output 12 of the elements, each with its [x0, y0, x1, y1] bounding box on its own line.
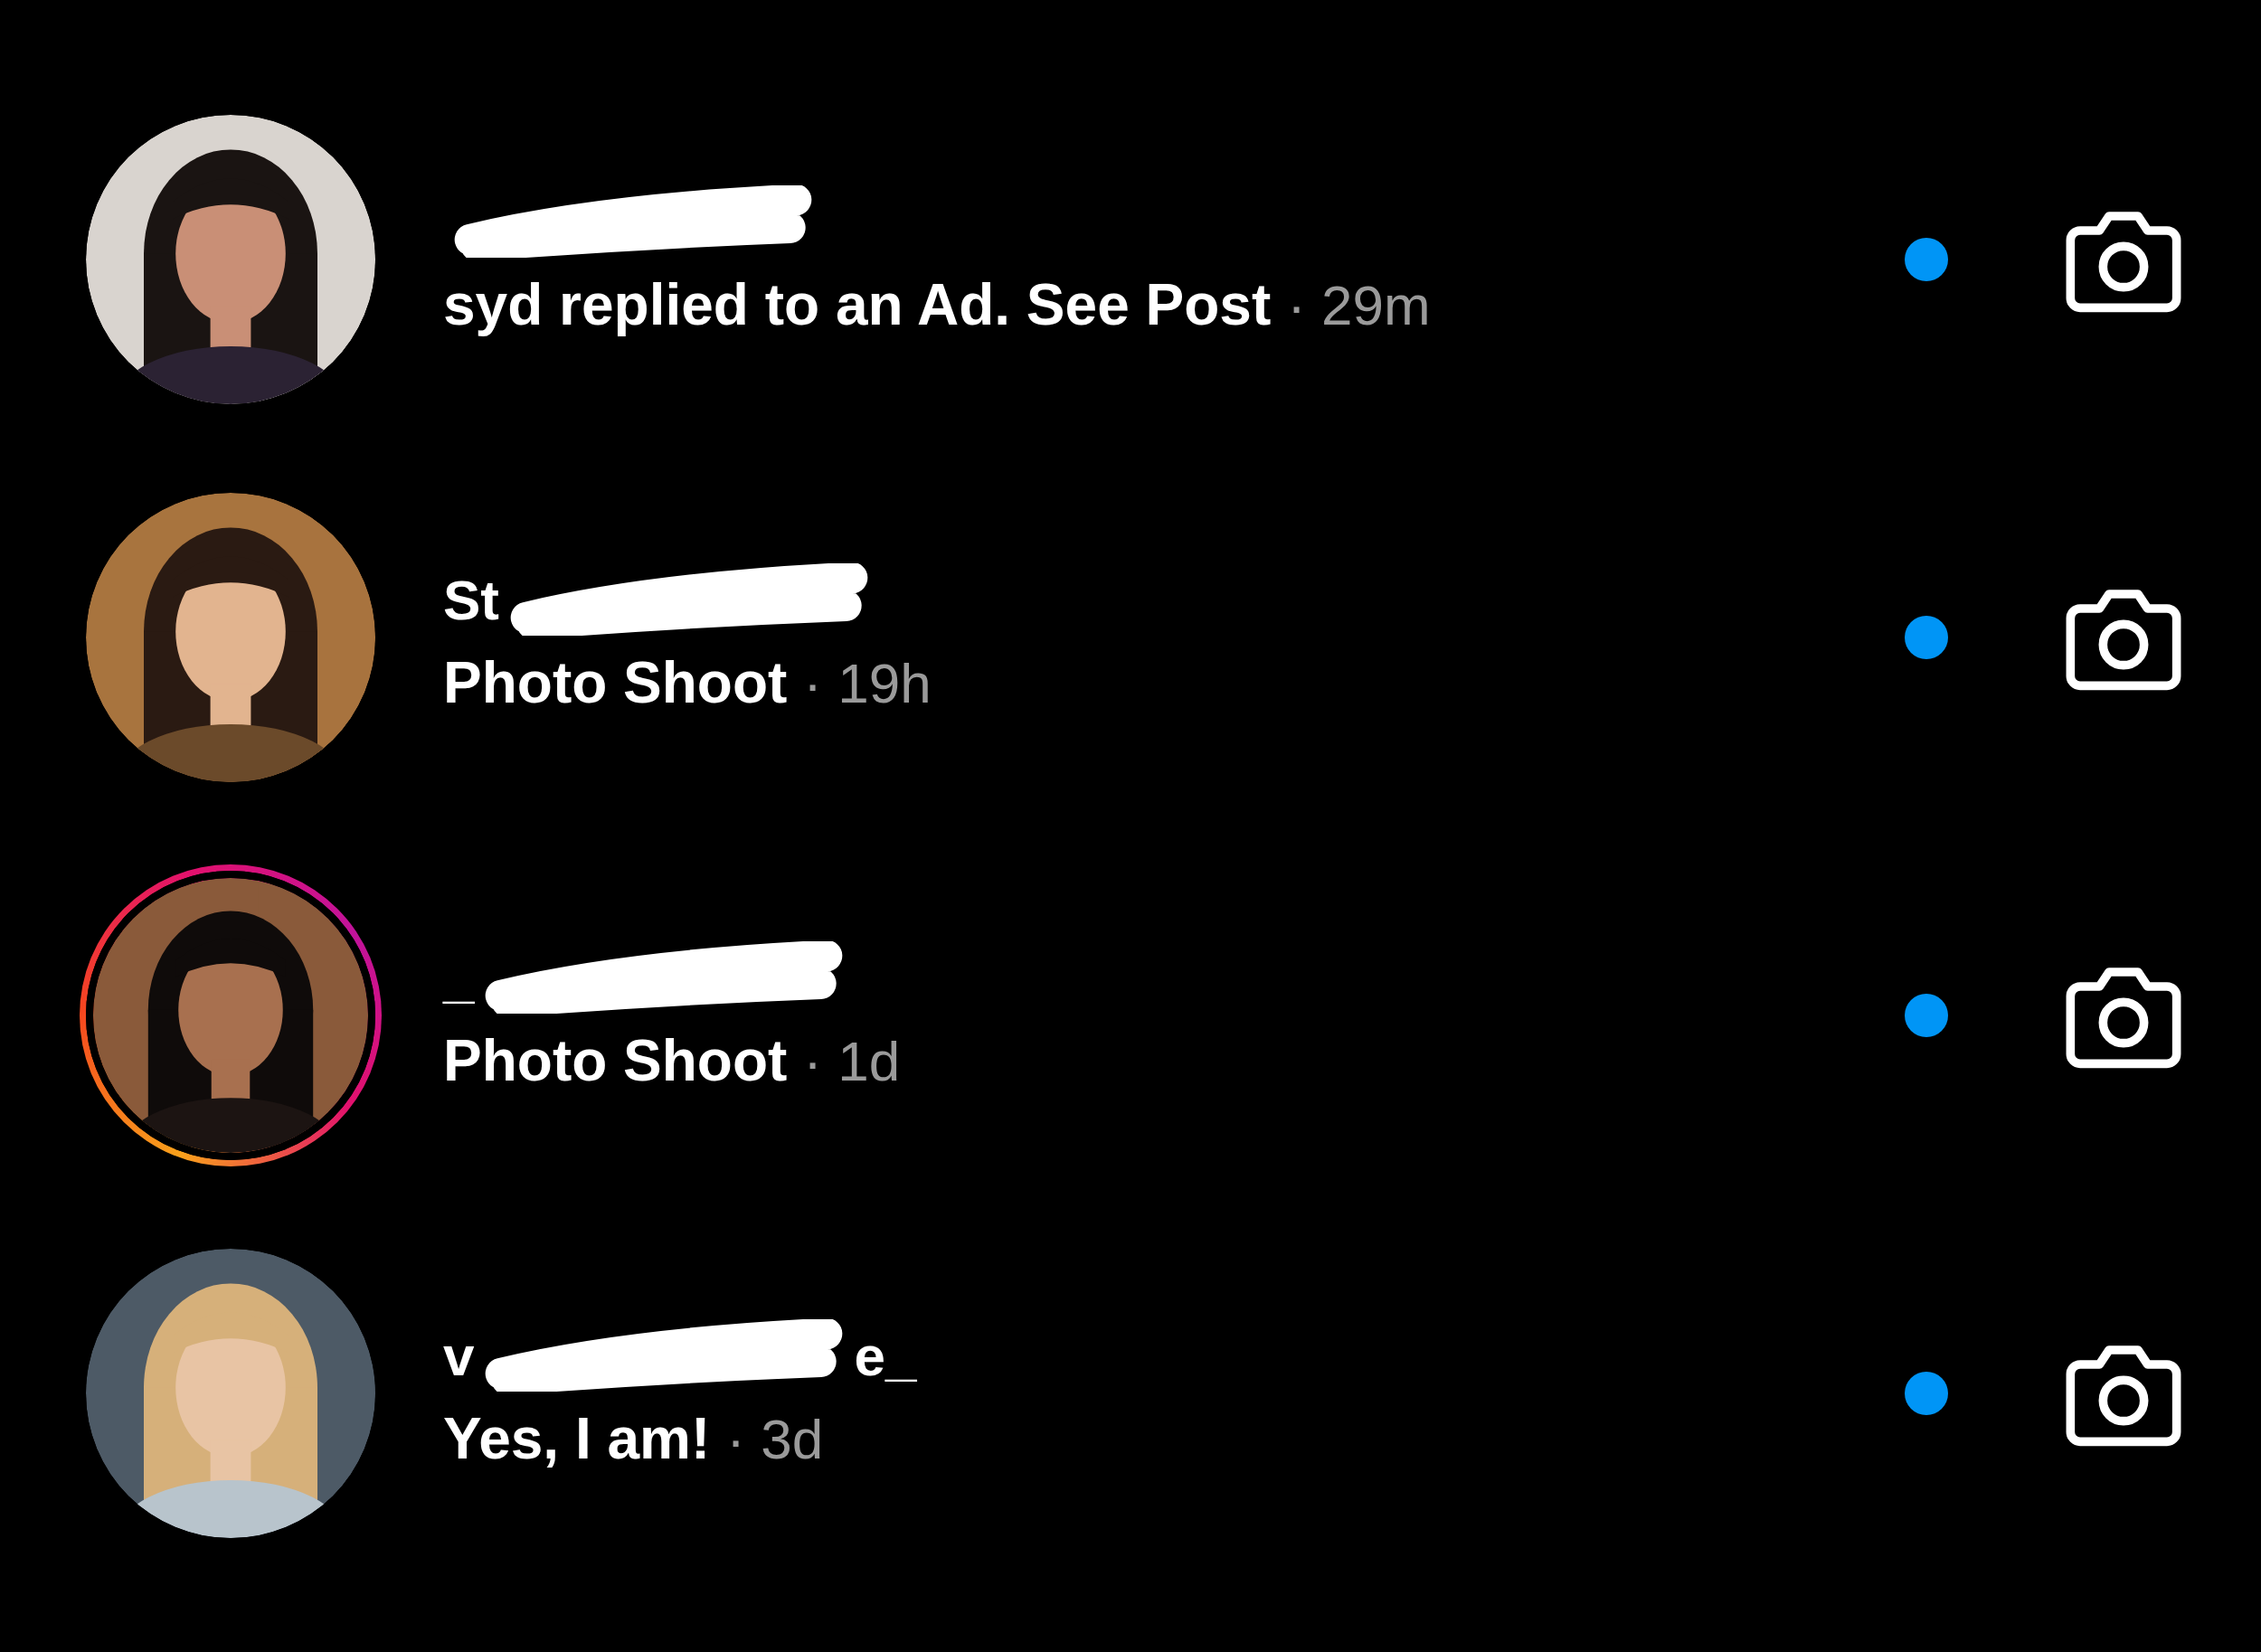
message-preview: syd replied to an Ad. See Post	[443, 271, 1272, 338]
message-preview: Yes, I am!	[443, 1405, 711, 1472]
username-fragment: St	[443, 567, 499, 632]
username-fragment: e_	[854, 1323, 917, 1388]
username-fragment: _	[443, 945, 475, 1010]
timestamp: · 29m	[1287, 273, 1431, 337]
timestamp: · 1d	[803, 1029, 901, 1093]
message-preview: Photo Shoot	[443, 649, 788, 716]
message-preview: Photo Shoot	[443, 1027, 788, 1094]
timestamp: · 19h	[803, 651, 932, 715]
timestamp: · 3d	[726, 1407, 824, 1471]
username-fragment: v	[443, 1323, 475, 1388]
